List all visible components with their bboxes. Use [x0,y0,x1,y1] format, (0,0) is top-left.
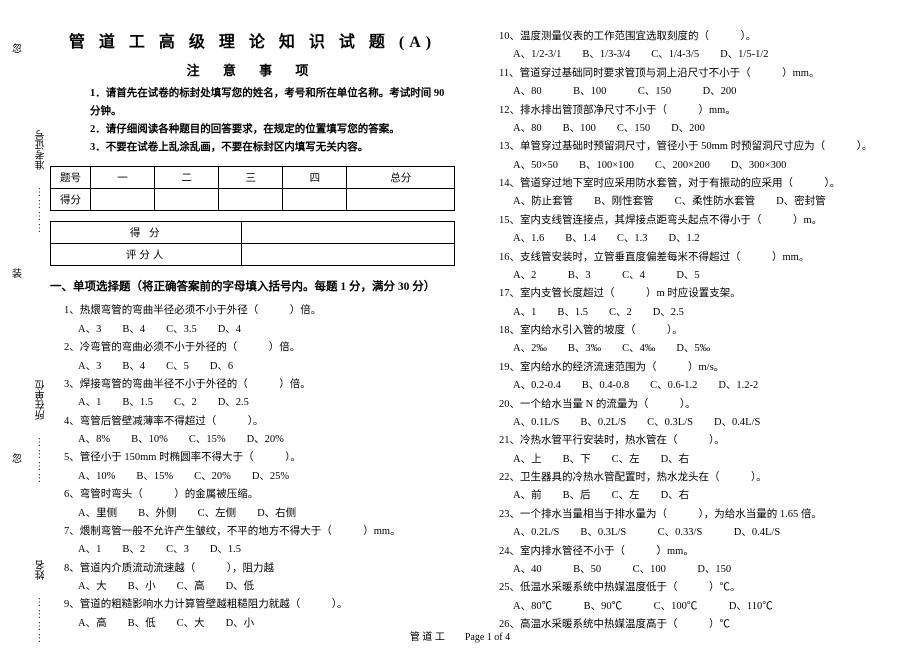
instruction-2: 2．请仔细阅读各种题目的回答要求，在规定的位置填写您的答案。 [90,121,455,139]
grader-score-label: 得 分 [51,222,242,244]
q11-stem: 11、管道穿过基础同时要求管顶与洞上沿尺寸不小于（ ）mm。 [485,65,890,83]
grader-name-cell [242,244,455,266]
q17-opts: A、1 B、1.5 C、2 D、2.5 [485,304,890,322]
q20-stem: 20、一个给水当量 N 的流量为（ ）。 [485,396,890,414]
score-cell [155,189,219,211]
q1-opts: A、3 B、4 C、3.5 D、4 [50,321,455,339]
section-1-title: 一、单项选择题（将正确答案前的字母填入括号内。每题 1 分，满分 30 分） [50,278,455,294]
q4-opts: A、8% B、10% C、15% D、20% [50,431,455,449]
score-cell [283,189,347,211]
q9-stem: 9、管道的粗糙影响水力计算管壁越粗糙阻力就越（ ）。 [50,596,455,614]
q7-stem: 7、煨制弯管一般不允许产生皱纹，不平的地方不得大于（ ）mm。 [50,523,455,541]
score-hdr-2: 二 [155,167,219,189]
binding-margin: 忽 准考证号 ………… 装 所在单位 ………… 忽 姓名 ………… [4,0,44,651]
q6-stem: 6、弯管时弯头（ ）的金属被压缩。 [50,486,455,504]
score-cell [347,189,455,211]
q22-opts: A、前 B、后 C、左 D、右 [485,487,890,505]
q5-opts: A、10% B、15% C、20% D、25% [50,468,455,486]
score-hdr-4: 四 [283,167,347,189]
margin-char-2: 装 [12,265,22,280]
q8-stem: 8、管道内介质流动流速越（ ），阻力越 [50,560,455,578]
q10-stem: 10、温度测量仪表的工作范围宜选取刻度的（ ）。 [485,28,890,46]
q23-opts: A、0.2L/S B、0.3L/S C、0.33/S D、0.4L/S [485,524,890,542]
q25-opts: A、80℃ B、90℃ C、100℃ D、110℃ [485,598,890,616]
margin-label-exam-id: 准考证号 [34,130,49,170]
q5-stem: 5、管径小于 150mm 时椭圆率不得大于（ ）。 [50,449,455,467]
q21-opts: A、上 B、下 C、左 D、右 [485,451,890,469]
margin-label-unit: 所在单位 [34,380,49,420]
q12-opts: A、80 B、100 C、150 D、200 [485,120,890,138]
q3-opts: A、1 B、1.5 C、2 D、2.5 [50,394,455,412]
q17-stem: 17、室内支管长度超过（ ）m 时应设置支架。 [485,285,890,303]
margin-dots-2: ………… [32,435,43,483]
instructions-block: 1．请首先在试卷的标封处填写您的姓名，考号和所在单位名称。考试时间 90 分钟。… [50,85,455,156]
q4-stem: 4、弯管后管壁减薄率不得超过（ ）。 [50,413,455,431]
score-hdr-0: 题号 [51,167,91,189]
q16-opts: A、2 B、3 C、4 D、5 [485,267,890,285]
q10-opts: A、1/2-3/1 B、1/3-3/4 C、1/4-3/5 D、1/5-1/2 [485,46,890,64]
q14-stem: 14、管道穿过地下室时应采用防水套管，对于有振动的应采用（ ）。 [485,175,890,193]
score-row-0: 得分 [51,189,91,211]
q12-stem: 12、排水排出管顶部净尺寸不小于（ ）mm。 [485,102,890,120]
table-row: 得分 [51,189,455,211]
q13-opts: A、50×50 B、100×100 C、200×200 D、300×300 [485,157,890,175]
q14-opts: A、防止套管 B、刚性套管 C、柔性防水套管 D、密封管 [485,193,890,211]
q21-stem: 21、冷热水管平行安装时，热水管在（ ）。 [485,432,890,450]
q19-opts: A、0.2-0.4 B、0.4-0.8 C、0.6-1.2 D、1.2-2 [485,377,890,395]
score-cell [91,189,155,211]
q24-stem: 24、室内排水管径不小于（ ）mm。 [485,543,890,561]
margin-dots-1: ………… [32,185,43,233]
q15-opts: A、1.6 B、1.4 C、1.3 D、1.2 [485,230,890,248]
q22-stem: 22、卫生器具的冷热水管配置时，热水龙头在（ ）。 [485,469,890,487]
grader-score-cell [242,222,455,244]
right-column: 10、温度测量仪表的工作范围宜选取刻度的（ ）。 A、1/2-3/1 B、1/3… [485,28,890,620]
q24-opts: A、40 B、50 C、100 D、150 [485,561,890,579]
page-content: 管 道 工 高 级 理 论 知 识 试 题 (A) 注 意 事 项 1．请首先在… [0,0,920,620]
score-hdr-1: 一 [91,167,155,189]
grader-name-label: 评分人 [51,244,242,266]
instruction-1: 1．请首先在试卷的标封处填写您的姓名，考号和所在单位名称。考试时间 90 分钟。 [90,85,455,121]
grader-table: 得 分 评分人 [50,221,455,266]
margin-label-name: 姓名 [34,560,49,580]
q7-opts: A、1 B、2 C、3 D、1.5 [50,541,455,559]
q18-opts: A、2‰ B、3‰ C、4‰ D、5‰ [485,340,890,358]
notice-heading: 注 意 事 项 [50,60,455,79]
q15-stem: 15、室内支线管连接点，其焊接点距弯头起点不得小于（ ）m。 [485,212,890,230]
score-cell [219,189,283,211]
q6-opts: A、里侧 B、外侧 C、左侧 D、右侧 [50,505,455,523]
q18-stem: 18、室内给水引入管的坡度（ ）。 [485,322,890,340]
q20-opts: A、0.1L/S B、0.2L/S C、0.3L/S D、0.4L/S [485,414,890,432]
q8-opts: A、大 B、小 C、高 D、低 [50,578,455,596]
q1-stem: 1、热煨弯管的弯曲半径必须不小于外径（ ）倍。 [50,302,455,320]
page-footer: 管 道 工 Page 1 of 4 [0,628,920,643]
score-hdr-5: 总分 [347,167,455,189]
table-row: 得 分 [51,222,455,244]
table-row: 题号 一 二 三 四 总分 [51,167,455,189]
q11-opts: A、80 B、100 C、150 D、200 [485,83,890,101]
score-hdr-3: 三 [219,167,283,189]
q2-opts: A、3 B、4 C、5 D、6 [50,358,455,376]
q16-stem: 16、支线管安装时，立管垂直度偏差每米不得超过（ ）mm。 [485,249,890,267]
instruction-3: 3．不要在试卷上乱涂乱画，不要在标封区内填写无关内容。 [90,139,455,157]
q2-stem: 2、冷弯管的弯曲必须不小于外径的（ ）倍。 [50,339,455,357]
q23-stem: 23、一个排水当量相当于排水量为（ ），为给水当量的 1.65 倍。 [485,506,890,524]
margin-char-1: 忽 [12,40,22,55]
score-table: 题号 一 二 三 四 总分 得分 [50,166,455,211]
left-column: 管 道 工 高 级 理 论 知 识 试 题 (A) 注 意 事 项 1．请首先在… [50,28,455,620]
q19-stem: 19、室内给水的经济流速范围为（ ）m/s。 [485,359,890,377]
q25-stem: 25、低温水采暖系统中热媒温度低于（ ）℃。 [485,579,890,597]
q3-stem: 3、焊接弯管的弯曲半径不小于外径的（ ）倍。 [50,376,455,394]
margin-char-3: 忽 [12,450,22,465]
table-row: 评分人 [51,244,455,266]
exam-title: 管 道 工 高 级 理 论 知 识 试 题 (A) [50,28,455,52]
q13-stem: 13、单管穿过基础时预留洞尺寸，管径小于 50mm 时预留洞尺寸应为（ ）。 [485,138,890,156]
